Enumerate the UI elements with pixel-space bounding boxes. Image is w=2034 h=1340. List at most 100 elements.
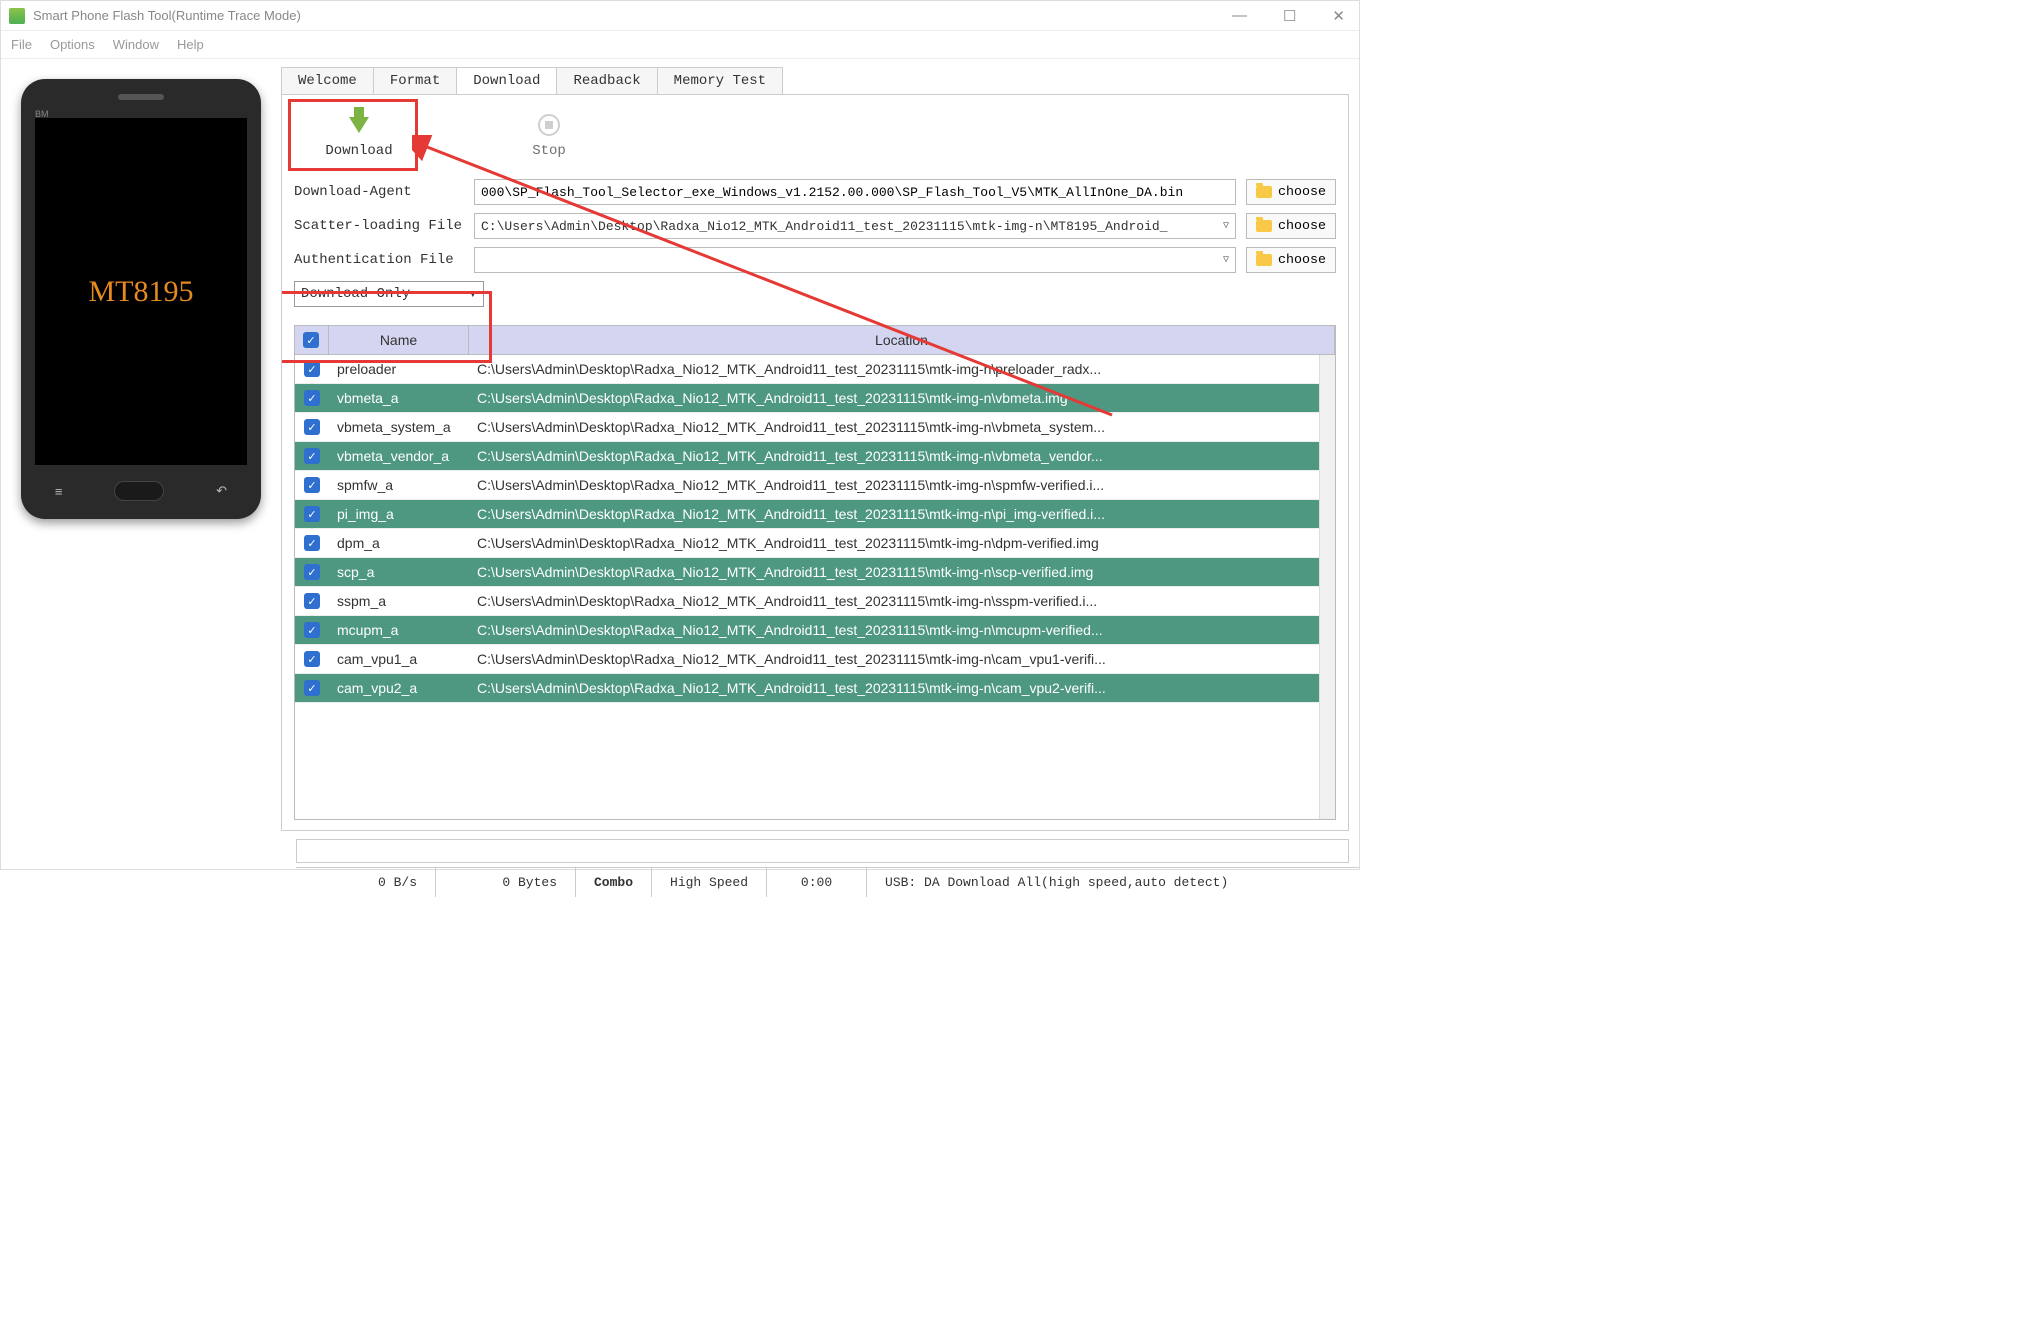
row-name: pi_img_a: [329, 500, 469, 528]
menu-help[interactable]: Help: [177, 37, 204, 52]
row-name: sspm_a: [329, 587, 469, 615]
chevron-down-icon: ▽: [1223, 254, 1229, 266]
da-input[interactable]: [474, 179, 1236, 205]
table-row[interactable]: ✓ pi_img_a C:\Users\Admin\Desktop\Radxa_…: [295, 500, 1319, 529]
row-name: mcupm_a: [329, 616, 469, 644]
table-row[interactable]: ✓ cam_vpu1_a C:\Users\Admin\Desktop\Radx…: [295, 645, 1319, 674]
row-name: vbmeta_a: [329, 384, 469, 412]
row-location: C:\Users\Admin\Desktop\Radxa_Nio12_MTK_A…: [469, 413, 1319, 441]
status-usb: USB: DA Download All(high speed,auto det…: [867, 868, 1359, 897]
table-row[interactable]: ✓ preloader C:\Users\Admin\Desktop\Radxa…: [295, 355, 1319, 384]
table-row[interactable]: ✓ cam_vpu2_a C:\Users\Admin\Desktop\Radx…: [295, 674, 1319, 703]
table-row[interactable]: ✓ vbmeta_a C:\Users\Admin\Desktop\Radxa_…: [295, 384, 1319, 413]
maximize-button[interactable]: ☐: [1277, 7, 1302, 25]
row-checkbox[interactable]: ✓: [304, 622, 320, 638]
row-location: C:\Users\Admin\Desktop\Radxa_Nio12_MTK_A…: [469, 674, 1319, 702]
chevron-down-icon: ▾: [469, 286, 477, 303]
status-mode: Combo: [576, 868, 652, 897]
header-checkbox[interactable]: ✓: [303, 332, 319, 348]
phone-back-icon: ↶: [216, 483, 227, 499]
row-name: vbmeta_system_a: [329, 413, 469, 441]
progress-bar: [296, 839, 1349, 863]
row-checkbox[interactable]: ✓: [304, 390, 320, 406]
row-location: C:\Users\Admin\Desktop\Radxa_Nio12_MTK_A…: [469, 616, 1319, 644]
row-location: C:\Users\Admin\Desktop\Radxa_Nio12_MTK_A…: [469, 471, 1319, 499]
tab-memory-test[interactable]: Memory Test: [657, 67, 783, 94]
tab-readback[interactable]: Readback: [556, 67, 657, 94]
row-location: C:\Users\Admin\Desktop\Radxa_Nio12_MTK_A…: [469, 529, 1319, 557]
phone-menu-icon: ≡: [55, 484, 63, 499]
row-checkbox[interactable]: ✓: [304, 506, 320, 522]
titlebar: Smart Phone Flash Tool(Runtime Trace Mod…: [1, 1, 1359, 31]
chevron-down-icon: ▽: [1223, 220, 1229, 232]
window-title: Smart Phone Flash Tool(Runtime Trace Mod…: [33, 8, 1226, 23]
table-row[interactable]: ✓ vbmeta_system_a C:\Users\Admin\Desktop…: [295, 413, 1319, 442]
status-link: High Speed: [652, 868, 767, 897]
tab-welcome[interactable]: Welcome: [281, 67, 374, 94]
menu-file[interactable]: File: [11, 37, 32, 52]
row-location: C:\Users\Admin\Desktop\Radxa_Nio12_MTK_A…: [469, 384, 1319, 412]
header-location[interactable]: Location: [469, 326, 1335, 354]
statusbar: 0 B/s 0 Bytes Combo High Speed 0:00 USB:…: [296, 867, 1359, 897]
row-checkbox[interactable]: ✓: [304, 564, 320, 580]
folder-icon: [1256, 186, 1272, 198]
da-choose-button[interactable]: choose: [1246, 179, 1336, 205]
tab-format[interactable]: Format: [373, 67, 457, 94]
header-name[interactable]: Name: [329, 326, 469, 354]
row-checkbox[interactable]: ✓: [304, 593, 320, 609]
folder-icon: [1256, 220, 1272, 232]
row-name: cam_vpu2_a: [329, 674, 469, 702]
row-checkbox[interactable]: ✓: [304, 448, 320, 464]
menu-options[interactable]: Options: [50, 37, 95, 52]
row-name: preloader: [329, 355, 469, 383]
auth-combo[interactable]: ▽: [474, 247, 1236, 273]
row-name: spmfw_a: [329, 471, 469, 499]
stop-button[interactable]: Stop: [494, 111, 604, 159]
row-location: C:\Users\Admin\Desktop\Radxa_Nio12_MTK_A…: [469, 355, 1319, 383]
row-name: dpm_a: [329, 529, 469, 557]
row-location: C:\Users\Admin\Desktop\Radxa_Nio12_MTK_A…: [469, 587, 1319, 615]
row-name: cam_vpu1_a: [329, 645, 469, 673]
table-row[interactable]: ✓ dpm_a C:\Users\Admin\Desktop\Radxa_Nio…: [295, 529, 1319, 558]
phone-chip-label: MT8195: [89, 275, 194, 309]
stop-icon: [538, 114, 560, 136]
minimize-button[interactable]: —: [1226, 7, 1253, 25]
table-row[interactable]: ✓ scp_a C:\Users\Admin\Desktop\Radxa_Nio…: [295, 558, 1319, 587]
da-label: Download-Agent: [294, 184, 464, 200]
app-icon: [9, 8, 25, 24]
tab-download[interactable]: Download: [456, 67, 557, 94]
row-location: C:\Users\Admin\Desktop\Radxa_Nio12_MTK_A…: [469, 500, 1319, 528]
mode-select[interactable]: Download Only▾: [294, 281, 484, 307]
menubar: File Options Window Help: [1, 31, 1359, 59]
scrollbar[interactable]: [1319, 355, 1335, 819]
auth-label: Authentication File: [294, 252, 464, 268]
phone-graphic: BM MT8195 ≡ ↶: [21, 79, 261, 519]
partition-table: ✓ Name Location ✓ preloader C:\Users\Adm…: [294, 325, 1336, 820]
auth-choose-button[interactable]: choose: [1246, 247, 1336, 273]
table-row[interactable]: ✓ mcupm_a C:\Users\Admin\Desktop\Radxa_N…: [295, 616, 1319, 645]
status-time: 0:00: [767, 868, 867, 897]
scatter-combo[interactable]: C:\Users\Admin\Desktop\Radxa_Nio12_MTK_A…: [474, 213, 1236, 239]
row-checkbox[interactable]: ✓: [304, 419, 320, 435]
row-location: C:\Users\Admin\Desktop\Radxa_Nio12_MTK_A…: [469, 442, 1319, 470]
phone-home-icon: [114, 481, 164, 501]
row-checkbox[interactable]: ✓: [304, 680, 320, 696]
row-checkbox[interactable]: ✓: [304, 361, 320, 377]
scatter-choose-button[interactable]: choose: [1246, 213, 1336, 239]
row-location: C:\Users\Admin\Desktop\Radxa_Nio12_MTK_A…: [469, 558, 1319, 586]
menu-window[interactable]: Window: [113, 37, 159, 52]
phone-speaker-icon: [118, 94, 164, 100]
tabs: Welcome Format Download Readback Memory …: [281, 67, 1349, 94]
table-row[interactable]: ✓ vbmeta_vendor_a C:\Users\Admin\Desktop…: [295, 442, 1319, 471]
table-row[interactable]: ✓ sspm_a C:\Users\Admin\Desktop\Radxa_Ni…: [295, 587, 1319, 616]
table-row[interactable]: ✓ spmfw_a C:\Users\Admin\Desktop\Radxa_N…: [295, 471, 1319, 500]
row-location: C:\Users\Admin\Desktop\Radxa_Nio12_MTK_A…: [469, 645, 1319, 673]
close-button[interactable]: ✕: [1326, 7, 1351, 25]
row-checkbox[interactable]: ✓: [304, 651, 320, 667]
status-bytes: 0 Bytes: [436, 868, 576, 897]
status-speed: 0 B/s: [296, 868, 436, 897]
download-button[interactable]: Download: [304, 111, 414, 159]
row-checkbox[interactable]: ✓: [304, 477, 320, 493]
row-checkbox[interactable]: ✓: [304, 535, 320, 551]
phone-brand: BM: [35, 109, 49, 119]
